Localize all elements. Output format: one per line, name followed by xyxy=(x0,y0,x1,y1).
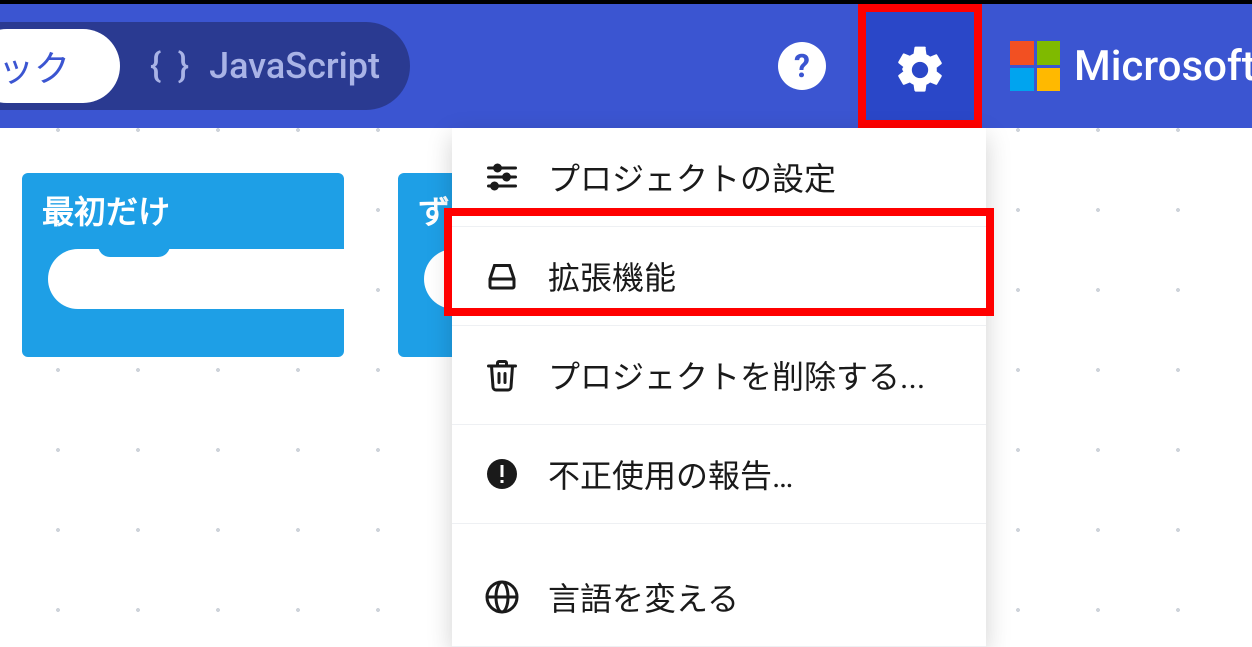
block-forever-label: ず xyxy=(418,187,450,233)
menu-extensions-label: 拡張機能 xyxy=(548,253,676,299)
tab-javascript[interactable]: { } JavaScript xyxy=(150,45,380,87)
menu-delete-project-label: プロジェクトを削除する... xyxy=(548,352,925,398)
menu-project-settings-label: プロジェクトの設定 xyxy=(548,154,836,200)
microsoft-logo-text: Microsoft xyxy=(1074,42,1252,91)
help-button[interactable]: ? xyxy=(774,38,830,94)
settings-dropdown: プロジェクトの設定 拡張機能 プロジェクトを削除する... xyxy=(452,128,986,647)
menu-change-language[interactable]: 言語を変える xyxy=(452,548,986,647)
block-on-start[interactable]: 最初だけ xyxy=(22,173,344,357)
block-inner-slot xyxy=(48,249,344,309)
app-header: ック { } JavaScript ? Microsoft xyxy=(0,4,1252,128)
menu-change-language-label: 言語を変える xyxy=(548,574,739,620)
block-on-start-label: 最初だけ xyxy=(42,187,170,233)
block-notch xyxy=(98,235,170,257)
menu-report-abuse[interactable]: 不正使用の報告… xyxy=(452,425,986,524)
drive-icon xyxy=(484,258,520,294)
menu-report-abuse-label: 不正使用の報告… xyxy=(548,451,793,497)
microsoft-logo-icon xyxy=(1010,41,1060,91)
sliders-icon xyxy=(484,159,520,195)
microsoft-logo[interactable]: Microsoft xyxy=(1010,41,1252,91)
tab-blocks-label: ック xyxy=(0,40,70,92)
menu-project-settings[interactable]: プロジェクトの設定 xyxy=(452,128,986,227)
menu-separator xyxy=(452,524,986,548)
settings-button[interactable] xyxy=(858,8,982,132)
trash-icon xyxy=(484,357,520,393)
globe-icon xyxy=(484,579,520,615)
braces-icon: { } xyxy=(150,46,193,86)
top-black-bar xyxy=(0,0,1252,4)
tab-javascript-label: JavaScript xyxy=(209,45,380,87)
exclamation-icon xyxy=(484,456,520,492)
gear-icon xyxy=(892,42,948,98)
menu-delete-project[interactable]: プロジェクトを削除する... xyxy=(452,326,986,425)
editor-tabs: ック { } JavaScript xyxy=(0,22,410,110)
menu-extensions[interactable]: 拡張機能 xyxy=(452,227,986,326)
tab-blocks[interactable]: ック xyxy=(0,29,120,103)
help-icon: ? xyxy=(778,42,826,90)
